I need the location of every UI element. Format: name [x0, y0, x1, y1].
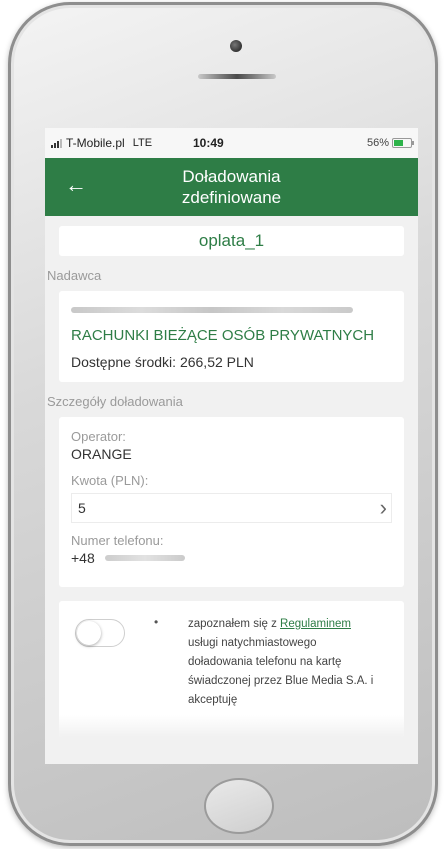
consent-toggle[interactable]: [75, 619, 125, 647]
terms-link[interactable]: Regulaminem: [280, 618, 351, 630]
phone-frame: T-Mobile.pl LTE 10:49 56% ← Doładowania …: [8, 2, 438, 846]
chevron-right-icon: ›: [379, 495, 387, 520]
phone-prefix: +48: [71, 550, 95, 566]
consent-text-after: usługi natychmiastowego doładowania tele…: [188, 637, 374, 706]
consent-text-before: zapoznałem się z: [188, 618, 281, 630]
sender-section-label: Nadawca: [47, 268, 102, 283]
signal-icon: [51, 138, 62, 148]
definition-name: oplata_1: [198, 231, 265, 250]
sender-account-card[interactable]: RACHUNKI BIEŻĄCE OSÓB PRYWATNYCH Dostępn…: [59, 291, 404, 382]
available-funds: Dostępne środki: 266,52 PLN: [71, 354, 254, 370]
amount-value: 5: [78, 500, 86, 516]
main-content: oplata_1 Nadawca RACHUNKI BIEŻĄCE OSÓB P…: [45, 216, 418, 737]
scroll-fade: [59, 715, 404, 737]
earpiece-speaker: [198, 74, 276, 79]
phone-number-blurred: [104, 555, 185, 561]
toggle-knob: [77, 621, 101, 645]
consent-card: • zapoznałem się z Regulaminem usługi na…: [59, 601, 404, 737]
details-section-label: Szczegóły doładowania: [47, 394, 183, 409]
carrier-name: T-Mobile.pl: [66, 136, 125, 150]
app-header: ← Doładowania zdefiniowane: [45, 158, 418, 216]
battery-percent: 56%: [366, 137, 389, 149]
phone-screen: T-Mobile.pl LTE 10:49 56% ← Doładowania …: [45, 128, 418, 764]
battery-status: 56%: [366, 137, 414, 149]
phone-number-label: Numer telefonu:: [71, 533, 164, 548]
page-title: Doładowania zdefiniowane: [181, 167, 282, 207]
arrow-left-icon[interactable]: ←: [65, 174, 87, 196]
network-type: LTE: [132, 137, 153, 149]
definition-name-card: oplata_1: [59, 226, 404, 256]
account-name: RACHUNKI BIEŻĄCE OSÓB PRYWATNYCH: [71, 327, 375, 344]
bullet: •: [154, 615, 159, 629]
account-number-blurred: [71, 307, 353, 313]
status-bar: T-Mobile.pl LTE 10:49 56%: [45, 128, 418, 158]
operator-label: Operator:: [71, 429, 126, 444]
phone-number-value: +48: [71, 549, 392, 567]
front-camera: [230, 40, 242, 52]
topup-details-card: Operator: ORANGE Kwota (PLN): 5 › Numer …: [59, 417, 404, 587]
amount-label: Kwota (PLN):: [71, 473, 149, 488]
battery-icon: [392, 138, 414, 148]
clock: 10:49: [193, 136, 224, 150]
operator-value: ORANGE: [71, 446, 132, 462]
amount-select[interactable]: 5 ›: [71, 493, 392, 523]
consent-text: zapoznałem się z Regulaminem usługi naty…: [188, 615, 378, 710]
home-button[interactable]: [204, 778, 274, 834]
